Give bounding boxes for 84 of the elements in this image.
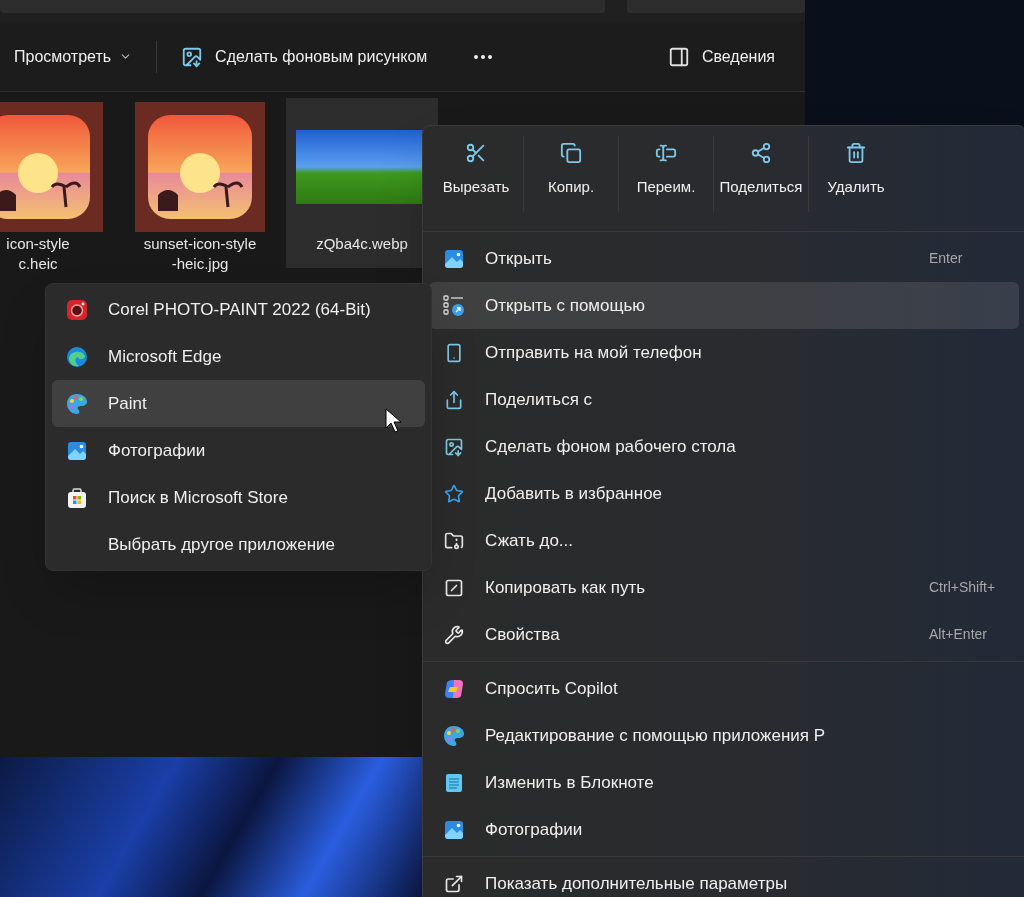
file-tile[interactable]: sunset-icon-style -heic.jpg [124, 98, 276, 276]
menu-item[interactable]: Редактирование с помощью приложения P [429, 712, 1019, 759]
phone-icon [444, 342, 464, 363]
wallpaper-icon [444, 436, 464, 457]
trash-icon [845, 142, 867, 164]
file-name: icon-style [6, 234, 70, 254]
palette-icon [443, 724, 465, 747]
palette-icon [66, 392, 88, 415]
file-name: -heic.jpg [171, 254, 229, 274]
menu-item-label: Сжать до... [485, 529, 574, 552]
menu-item[interactable]: Поиск в Microsoft Store [52, 474, 425, 521]
browser-app-icon [66, 345, 88, 368]
menu-item[interactable]: Копировать как путь Ctrl+Shift+ [429, 564, 1019, 611]
menu-item-label: Paint [108, 392, 148, 415]
star-icon [444, 483, 464, 504]
quick-action-button[interactable]: Поделиться [714, 136, 808, 198]
copy-icon [560, 142, 582, 164]
menu-item[interactable]: Paint [52, 380, 425, 427]
mouse-pointer-icon [385, 408, 403, 434]
menu-item[interactable]: Отправить на мой телефон [429, 329, 1019, 376]
file-name: zQba4c.webp [316, 234, 408, 254]
wallpaper-icon [181, 45, 204, 68]
photos-app-icon [444, 248, 464, 269]
menu-item[interactable]: Сжать до... [429, 517, 1019, 564]
menu-item-label: Свойства [485, 623, 561, 646]
menu-item-label: Копировать как путь [485, 576, 647, 599]
details-button[interactable]: Сведения [667, 44, 775, 69]
quick-action-button[interactable]: Переим. [619, 136, 713, 198]
quick-action-button[interactable]: Удалить [809, 136, 903, 198]
menu-item-label: Поделиться с [485, 388, 594, 411]
menu-item[interactable]: Показать дополнительные параметры [429, 860, 1019, 897]
shortcut-label: Enter [929, 249, 964, 268]
menu-item[interactable]: Microsoft Edge [52, 333, 425, 380]
menu-item-label: Фотографии [485, 818, 584, 841]
menu-item[interactable]: Corel PHOTO-PAINT 2022 (64-Bit) [52, 286, 425, 333]
menu-item-label: Спросить Copilot [485, 677, 619, 700]
menu-item-label: Показать дополнительные параметры [485, 872, 789, 895]
set-wallpaper-button[interactable]: Сделать фоновым рисунком [181, 44, 428, 69]
menu-item-label: Отправить на мой телефон [485, 341, 703, 364]
rename-icon [655, 142, 677, 164]
photos-app-icon [444, 819, 464, 840]
menu-item[interactable]: Спросить Copilot [429, 665, 1019, 712]
menu-item-label: Microsoft Edge [108, 345, 223, 368]
store-bag-icon [66, 486, 88, 509]
menu-item-label: Добавить в избранное [485, 482, 664, 505]
menu-item[interactable]: Сделать фоном рабочего стола [429, 423, 1019, 470]
file-tile[interactable]: zQba4c.webp [286, 98, 438, 268]
file-name: c.heic [18, 254, 58, 274]
share-icon [444, 389, 464, 410]
details-pane-icon [667, 45, 690, 68]
wrench-icon [444, 624, 464, 645]
open-with-icon [443, 294, 465, 317]
share-icon [750, 142, 772, 164]
menu-item[interactable]: Добавить в избранное [429, 470, 1019, 517]
menu-item-label: Поиск в Microsoft Store [108, 486, 289, 509]
shortcut-label: Alt+Enter [929, 625, 988, 644]
quick-action-button[interactable]: Копир. [524, 136, 618, 198]
menu-item-label: Сделать фоном рабочего стола [485, 435, 737, 458]
camera-app-icon [66, 298, 88, 321]
view-button[interactable]: Просмотреть [14, 44, 133, 69]
menu-item[interactable]: Открыть с помощью [429, 282, 1019, 329]
copilot-icon [443, 677, 465, 700]
menu-item-label: Corel PHOTO-PAINT 2022 (64-Bit) [108, 298, 372, 321]
menu-item-label: Изменить в Блокноте [485, 771, 655, 794]
more-options-icon [444, 873, 464, 894]
shortcut-label: Ctrl+Shift+ [929, 578, 997, 597]
file-name: sunset-icon-style [143, 234, 257, 254]
menu-item[interactable]: Поделиться с [429, 376, 1019, 423]
menu-item-label: Фотографии [108, 439, 207, 462]
menu-item-label: Выбрать другое приложение [108, 533, 337, 556]
file-tile[interactable]: icon-style c.heic [0, 98, 114, 276]
path-icon [444, 577, 464, 598]
menu-item-label: Редактирование с помощью приложения P [485, 724, 827, 747]
notepad-icon [443, 771, 465, 794]
menu-item[interactable]: Выбрать другое приложение [52, 521, 425, 568]
menu-item-label: Открыть с помощью [485, 294, 647, 317]
scissors-icon [465, 142, 487, 164]
menu-item-label: Открыть [485, 247, 553, 270]
menu-item[interactable]: Свойства Alt+Enter [429, 611, 1019, 658]
photos-app-icon [67, 440, 87, 461]
zip-folder-icon [444, 530, 464, 551]
menu-item[interactable]: Фотографии [52, 427, 425, 474]
menu-item[interactable]: Фотографии [429, 806, 1019, 853]
menu-item[interactable]: Изменить в Блокноте [429, 759, 1019, 806]
